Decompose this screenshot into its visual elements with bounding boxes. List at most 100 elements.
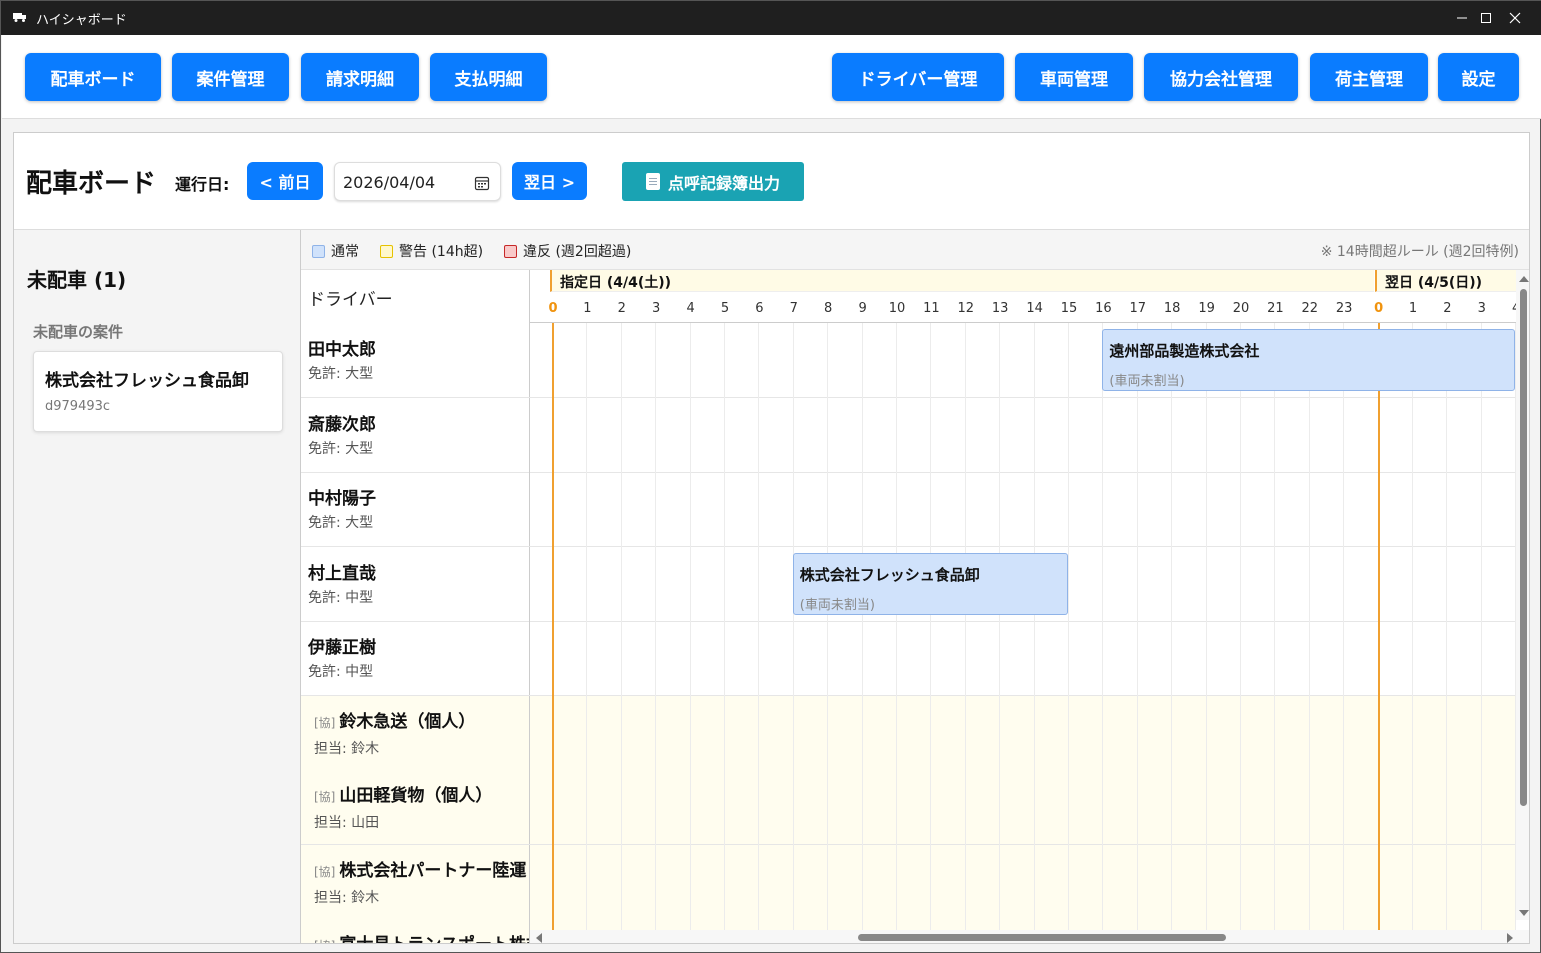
hour-gridline: [792, 770, 794, 845]
hour-gridline: [1240, 695, 1241, 770]
hour-gridline: [827, 844, 829, 919]
nav-vehicles-button[interactable]: 車両管理: [1015, 53, 1133, 101]
driver-row[interactable]: 中村陽子 免許: 大型: [301, 472, 1516, 547]
hour-label: 7: [789, 301, 798, 316]
nav-billing-button[interactable]: 請求明細: [301, 53, 419, 101]
hour-gridline: [1240, 472, 1241, 547]
unassigned-job-card[interactable]: 株式会社フレッシュ食品卸 d979493c: [33, 351, 283, 432]
hour-gridline: [1240, 546, 1241, 621]
hour-gridline: [1068, 472, 1069, 547]
board-toolbar: 配車ボード 運行日: < 前日 2026/04/04 翌日 > 点呼記録簿出力: [14, 133, 1529, 230]
prev-day-button[interactable]: < 前日: [247, 162, 323, 200]
export-roll-call-button[interactable]: 点呼記録簿出力: [622, 162, 804, 201]
hour-gridline: [861, 323, 863, 398]
hour-gridline: [586, 844, 588, 919]
hour-gridline: [1205, 621, 1207, 696]
hour-gridline: [620, 621, 622, 696]
driver-row[interactable]: 伊藤正樹 免許: 中型: [301, 621, 1516, 696]
hour-gridline: [964, 770, 966, 845]
hour-gridline: [724, 546, 725, 621]
nav-payments-button[interactable]: 支払明細: [430, 53, 547, 101]
nav-dispatch-board-button[interactable]: 配車ボード: [25, 53, 161, 101]
booking-block[interactable]: 遠州部品製造株式会社 (車両未割当): [1102, 329, 1516, 391]
hour-gridline: [930, 323, 932, 398]
hour-gridline: [1171, 397, 1173, 472]
hour-gridline: [724, 621, 725, 696]
page-title: 配車ボード: [26, 169, 157, 199]
hour-label: 3: [652, 301, 661, 316]
hour-label: 1: [583, 301, 592, 316]
legend: 通常 警告 (14h超) 違反 (週2回超過) ※ 14時間超ルール (週2回特…: [301, 230, 1529, 270]
hour-gridline: [1205, 695, 1207, 770]
hour-gridline: [689, 621, 691, 696]
hour-label: 2: [1443, 301, 1452, 316]
hour-gridline: [1308, 621, 1310, 696]
hour-gridline: [964, 397, 966, 472]
hour-gridline: [1343, 695, 1345, 770]
nav-jobs-button[interactable]: 案件管理: [172, 53, 289, 101]
hour-gridline: [1343, 770, 1345, 845]
driver-cell: [協] 富士見トランスポート株式会社: [301, 919, 530, 943]
vertical-scroll-thumb[interactable]: [1520, 289, 1527, 806]
next-day-button[interactable]: 翌日 >: [512, 162, 587, 200]
hour-gridline: [1480, 844, 1482, 919]
hour-gridline: [1033, 844, 1035, 919]
partner-row[interactable]: [協] 株式会社パートナー陸運 担当: 鈴木: [301, 844, 1516, 920]
hour-gridline: [1412, 397, 1413, 472]
main-nav: 配車ボード 案件管理 請求明細 支払明細 ドライバー管理 車両管理 協力会社管理…: [2, 35, 1541, 119]
hour-gridline: [758, 844, 760, 919]
legend-label-normal: 通常: [331, 244, 359, 260]
date-input[interactable]: 2026/04/04: [334, 162, 501, 201]
nav-settings-button[interactable]: 設定: [1438, 53, 1519, 101]
nav-shippers-button[interactable]: 荷主管理: [1310, 53, 1428, 101]
hour-label: 0: [548, 301, 558, 316]
driver-name-text: 株式会社パートナー陸運: [339, 860, 527, 881]
nav-partners-button[interactable]: 協力会社管理: [1144, 53, 1298, 101]
booking-block[interactable]: 株式会社フレッシュ食品卸 (車両未割当): [792, 552, 1068, 615]
driver-row[interactable]: 斎藤次郎免許: 大型: [301, 397, 1516, 473]
nav-drivers-button[interactable]: ドライバー管理: [832, 53, 1004, 101]
date-label: 運行日:: [175, 175, 230, 194]
hour-gridline: [1446, 472, 1448, 547]
driver-name-text: 鈴木急送（個人）: [339, 711, 476, 732]
hour-gridline: [896, 844, 897, 919]
scroll-right-icon[interactable]: [1507, 933, 1513, 943]
driver-name: 斎藤次郎: [308, 410, 376, 435]
driver-name-text: 村上直哉: [308, 563, 376, 584]
driver-cell: [協] 鈴木急送（個人） 担当: 鈴木: [301, 695, 530, 770]
vertical-scrollbar[interactable]: [1516, 270, 1529, 920]
hour-gridline: [999, 472, 1001, 547]
hour-gridline: [1068, 770, 1069, 845]
hour-gridline: [1171, 621, 1173, 696]
hour-gridline: [1343, 546, 1345, 621]
scroll-down-icon[interactable]: [1519, 910, 1529, 916]
hour-gridline: [1480, 621, 1482, 696]
driver-sub: 免許: 大型: [308, 515, 374, 531]
hour-gridline: [1343, 844, 1345, 919]
hour-gridline: [896, 397, 897, 472]
close-button[interactable]: [1492, 1, 1538, 35]
maximize-icon: [1481, 13, 1491, 23]
hour-label: 10: [888, 301, 906, 316]
hour-gridline: [1068, 323, 1069, 398]
hour-gridline: [689, 397, 691, 472]
scroll-left-icon[interactable]: [536, 933, 542, 943]
timeline-header: ドライバー 指定日 (4/4(土)) 翌日 (4/5(日)) 012345678…: [301, 270, 1520, 323]
hour-gridline: [1033, 621, 1035, 696]
hour-gridline: [999, 397, 1001, 472]
hour-gridline: [827, 695, 829, 770]
calendar-icon[interactable]: [474, 175, 490, 191]
horizontal-scrollbar[interactable]: [530, 930, 1529, 943]
hour-gridline: [1412, 770, 1413, 845]
hour-label: 19: [1198, 301, 1215, 316]
hour-label: 18: [1163, 301, 1181, 316]
hour-label: 21: [1267, 301, 1284, 316]
horizontal-scroll-thumb[interactable]: [858, 934, 1226, 941]
partner-row[interactable]: [協] 鈴木急送（個人） 担当: 鈴木: [301, 695, 1516, 771]
scroll-up-icon[interactable]: [1519, 276, 1529, 282]
hour-gridline: [964, 472, 966, 547]
partner-row[interactable]: [協] 山田軽貨物（個人） 担当: 山田: [301, 770, 1516, 845]
driver-sub: 免許: 大型: [308, 440, 374, 457]
day-boundary-line: [552, 472, 554, 547]
legend-label-violation: 違反 (週2回超過): [523, 244, 632, 260]
